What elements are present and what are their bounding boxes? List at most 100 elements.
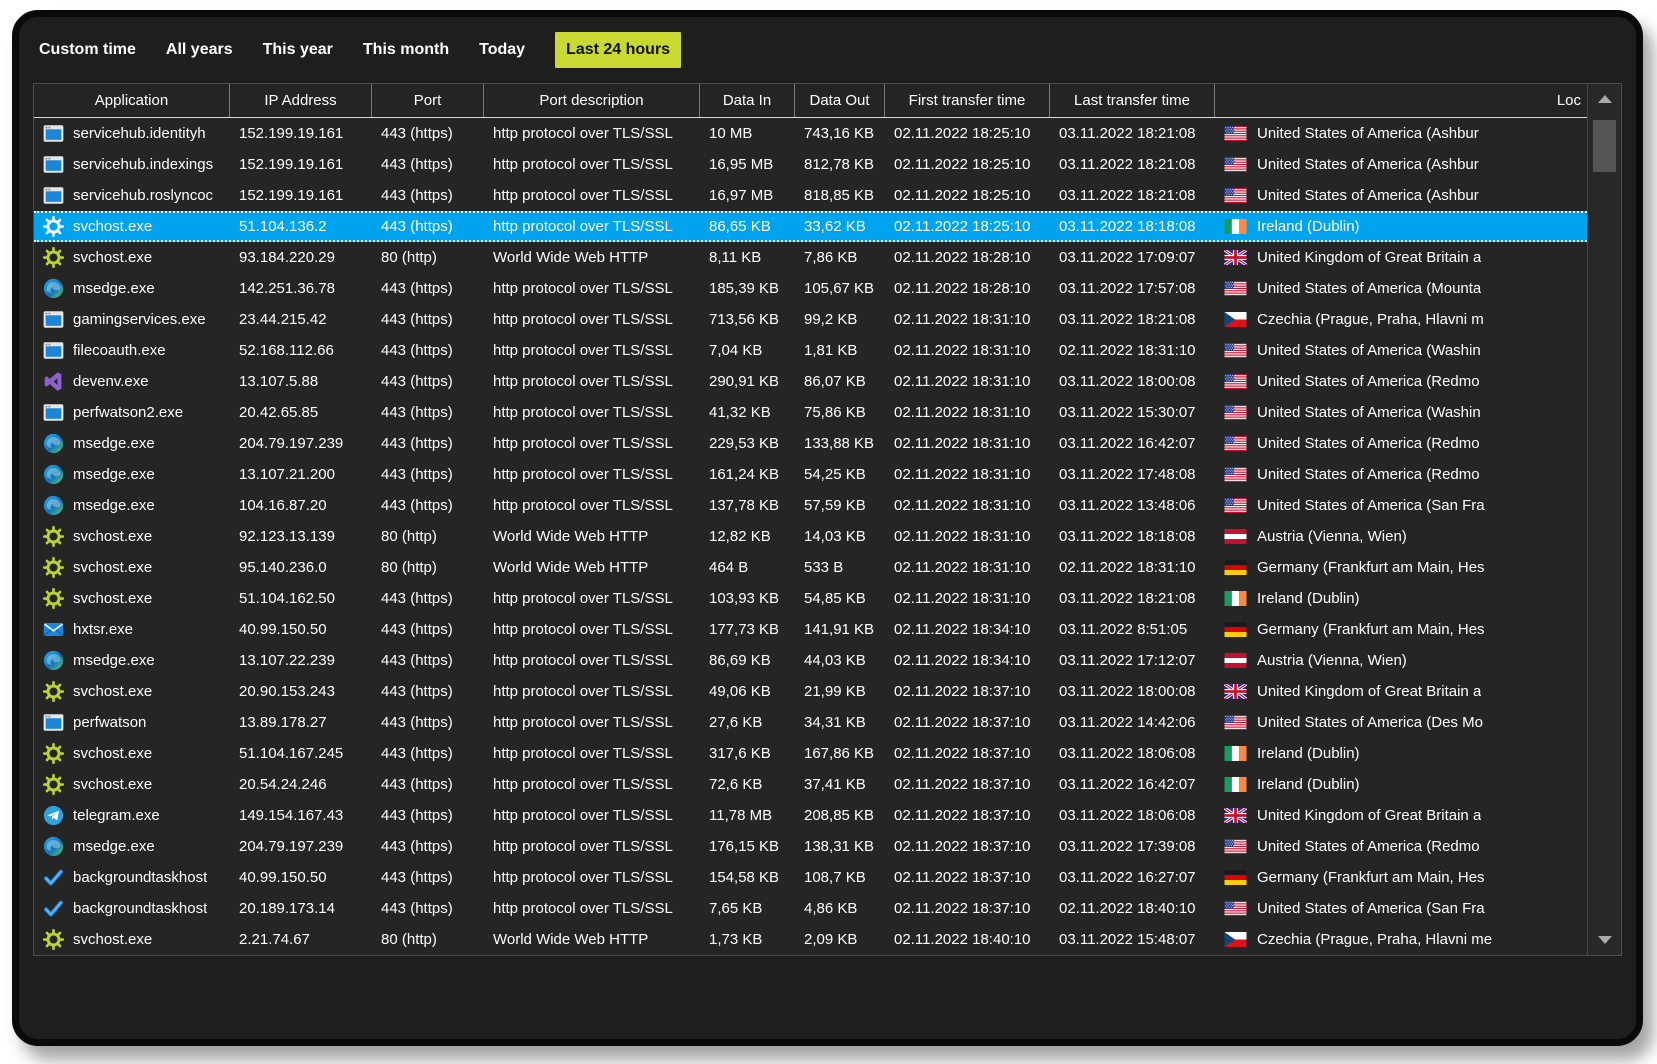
edge-icon bbox=[43, 433, 64, 454]
flag-icon-gb bbox=[1224, 250, 1247, 265]
table-row[interactable]: gamingservices.exe23.44.215.42443 (https… bbox=[34, 304, 1587, 335]
cell-port-description: http protocol over TLS/SSL bbox=[484, 397, 700, 428]
cell-location: Czechia (Prague, Praha, Hlavni m bbox=[1215, 304, 1587, 335]
cell-data-in: 27,6 KB bbox=[700, 707, 795, 738]
cell-data-out: 1,81 KB bbox=[795, 335, 885, 366]
cell-ip-address: 13.107.5.88 bbox=[230, 366, 372, 397]
table-row[interactable]: svchost.exe95.140.236.080 (http)World Wi… bbox=[34, 552, 1587, 583]
cell-last-transfer-time: 03.11.2022 18:06:08 bbox=[1050, 738, 1215, 769]
table-row[interactable]: hxtsr.exe40.99.150.50443 (https)http pro… bbox=[34, 614, 1587, 645]
column-header-last-transfer-time[interactable]: Last transfer time bbox=[1050, 84, 1215, 117]
table-row[interactable]: svchost.exe20.90.153.243443 (https)http … bbox=[34, 676, 1587, 707]
column-header-data-in[interactable]: Data In bbox=[700, 84, 795, 117]
cell-data-out: 208,85 KB bbox=[795, 800, 885, 831]
table-row[interactable]: msedge.exe204.79.197.239443 (https)http … bbox=[34, 831, 1587, 862]
tab-custom-time[interactable]: Custom time bbox=[39, 41, 136, 59]
table-row[interactable]: telegram.exe149.154.167.43443 (https)htt… bbox=[34, 800, 1587, 831]
cell-data-out: 21,99 KB bbox=[795, 676, 885, 707]
cell-port: 443 (https) bbox=[372, 831, 484, 862]
cell-data-in: 16,97 MB bbox=[700, 180, 795, 211]
cell-data-out: 7,86 KB bbox=[795, 242, 885, 273]
column-header-port-description[interactable]: Port description bbox=[484, 84, 700, 117]
table-row[interactable]: msedge.exe13.107.21.200443 (https)http p… bbox=[34, 459, 1587, 490]
cell-last-transfer-time: 03.11.2022 17:48:08 bbox=[1050, 459, 1215, 490]
cell-data-out: 812,78 KB bbox=[795, 149, 885, 180]
table-row[interactable]: perfwatson13.89.178.27443 (https)http pr… bbox=[34, 707, 1587, 738]
cell-data-in: 713,56 KB bbox=[700, 304, 795, 335]
tab-this-month[interactable]: This month bbox=[363, 41, 449, 59]
table-row[interactable]: svchost.exe92.123.13.13980 (http)World W… bbox=[34, 521, 1587, 552]
tab-today[interactable]: Today bbox=[479, 41, 525, 59]
table-row[interactable]: devenv.exe13.107.5.88443 (https)http pro… bbox=[34, 366, 1587, 397]
cell-data-out: 54,85 KB bbox=[795, 583, 885, 614]
table-row[interactable]: svchost.exe51.104.136.2443 (https)http p… bbox=[34, 211, 1587, 242]
cell-data-in: 103,93 KB bbox=[700, 583, 795, 614]
cell-ip-address: 20.42.65.85 bbox=[230, 397, 372, 428]
vertical-scrollbar[interactable] bbox=[1587, 84, 1621, 955]
tab-this-year[interactable]: This year bbox=[263, 41, 333, 59]
table-row[interactable]: servicehub.roslyncoc152.199.19.161443 (h… bbox=[34, 180, 1587, 211]
cell-port-description: http protocol over TLS/SSL bbox=[484, 769, 700, 800]
cell-data-in: 137,78 KB bbox=[700, 490, 795, 521]
edge-icon bbox=[43, 278, 64, 299]
mail-icon bbox=[43, 619, 64, 640]
cell-ip-address: 51.104.136.2 bbox=[230, 213, 372, 240]
column-header-application[interactable]: Application bbox=[34, 84, 230, 117]
cell-first-transfer-time: 02.11.2022 18:31:10 bbox=[885, 366, 1050, 397]
application-name: filecoauth.exe bbox=[73, 342, 166, 359]
application-name: hxtsr.exe bbox=[73, 621, 133, 638]
table-row[interactable]: msedge.exe204.79.197.239443 (https)http … bbox=[34, 428, 1587, 459]
cell-data-out: 44,03 KB bbox=[795, 645, 885, 676]
table-row[interactable]: msedge.exe142.251.36.78443 (https)http p… bbox=[34, 273, 1587, 304]
column-header-data-out[interactable]: Data Out bbox=[795, 84, 885, 117]
cell-data-in: 12,82 KB bbox=[700, 521, 795, 552]
cell-location: United States of America (Ashbur bbox=[1215, 180, 1587, 211]
table-row[interactable]: filecoauth.exe52.168.112.66443 (https)ht… bbox=[34, 335, 1587, 366]
cell-first-transfer-time: 02.11.2022 18:37:10 bbox=[885, 831, 1050, 862]
cell-data-out: 105,67 KB bbox=[795, 273, 885, 304]
application-name: backgroundtaskhost bbox=[73, 869, 207, 886]
scrollbar-up-button[interactable] bbox=[1588, 86, 1621, 112]
flag-icon-ie bbox=[1224, 591, 1247, 606]
application-name: svchost.exe bbox=[73, 218, 152, 235]
cell-first-transfer-time: 02.11.2022 18:28:10 bbox=[885, 242, 1050, 273]
cell-ip-address: 95.140.236.0 bbox=[230, 552, 372, 583]
cell-location: United States of America (Redmo bbox=[1215, 428, 1587, 459]
gear-icon bbox=[43, 774, 64, 795]
cell-data-in: 290,91 KB bbox=[700, 366, 795, 397]
scrollbar-thumb[interactable] bbox=[1593, 120, 1616, 172]
table-row[interactable]: svchost.exe51.104.167.245443 (https)http… bbox=[34, 738, 1587, 769]
cell-port: 80 (http) bbox=[372, 552, 484, 583]
table-row[interactable]: servicehub.indexings152.199.19.161443 (h… bbox=[34, 149, 1587, 180]
tab-last-24-hours[interactable]: Last 24 hours bbox=[555, 32, 681, 68]
table-row[interactable]: svchost.exe20.54.24.246443 (https)http p… bbox=[34, 769, 1587, 800]
cell-first-transfer-time: 02.11.2022 18:37:10 bbox=[885, 707, 1050, 738]
cell-last-transfer-time: 03.11.2022 15:30:07 bbox=[1050, 397, 1215, 428]
cell-last-transfer-time: 03.11.2022 18:18:08 bbox=[1050, 521, 1215, 552]
table-row[interactable]: backgroundtaskhost40.99.150.50443 (https… bbox=[34, 862, 1587, 893]
table-row[interactable]: msedge.exe104.16.87.20443 (https)http pr… bbox=[34, 490, 1587, 521]
scrollbar-down-button[interactable] bbox=[1588, 927, 1621, 953]
column-header-first-transfer-time[interactable]: First transfer time bbox=[885, 84, 1050, 117]
table-row[interactable]: backgroundtaskhost20.189.173.14443 (http… bbox=[34, 893, 1587, 924]
cell-port: 443 (https) bbox=[372, 583, 484, 614]
cell-data-out: 86,07 KB bbox=[795, 366, 885, 397]
tab-all-years[interactable]: All years bbox=[166, 41, 233, 59]
location-name: Czechia (Prague, Praha, Hlavni me bbox=[1257, 931, 1492, 948]
cell-ip-address: 152.199.19.161 bbox=[230, 180, 372, 211]
table-row[interactable]: svchost.exe93.184.220.2980 (http)World W… bbox=[34, 242, 1587, 273]
cell-application: servicehub.indexings bbox=[34, 149, 230, 180]
table-row[interactable]: perfwatson2.exe20.42.65.85443 (https)htt… bbox=[34, 397, 1587, 428]
table-row[interactable]: servicehub.identityh152.199.19.161443 (h… bbox=[34, 118, 1587, 149]
table-row[interactable]: svchost.exe51.104.162.50443 (https)http … bbox=[34, 583, 1587, 614]
column-header-loc[interactable]: Loc bbox=[1215, 84, 1587, 117]
cell-location: Germany (Frankfurt am Main, Hes bbox=[1215, 614, 1587, 645]
cell-data-in: 8,11 KB bbox=[700, 242, 795, 273]
table-row[interactable]: svchost.exe2.21.74.6780 (http)World Wide… bbox=[34, 924, 1587, 955]
cell-last-transfer-time: 03.11.2022 18:21:08 bbox=[1050, 118, 1215, 149]
cell-data-out: 75,86 KB bbox=[795, 397, 885, 428]
table-row[interactable]: msedge.exe13.107.22.239443 (https)http p… bbox=[34, 645, 1587, 676]
column-header-ip-address[interactable]: IP Address bbox=[230, 84, 372, 117]
cell-last-transfer-time: 03.11.2022 17:09:07 bbox=[1050, 242, 1215, 273]
column-header-port[interactable]: Port bbox=[372, 84, 484, 117]
